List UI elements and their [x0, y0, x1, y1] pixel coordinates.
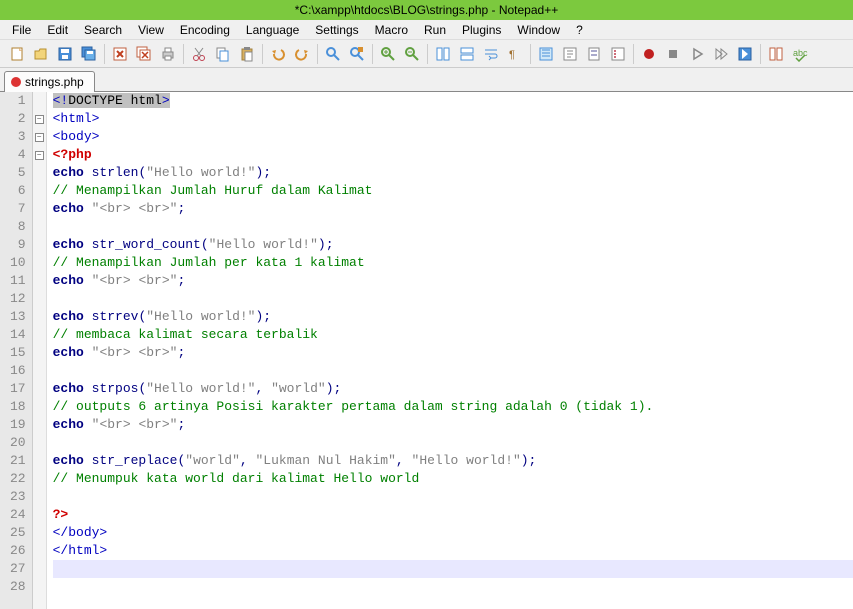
- code-line: echo "<br> <br>";: [53, 200, 853, 218]
- code-editor[interactable]: 1234567891011121314151617181920212223242…: [0, 92, 853, 609]
- wrap-icon[interactable]: [480, 43, 502, 65]
- stop-icon[interactable]: [662, 43, 684, 65]
- save-icon[interactable]: [54, 43, 76, 65]
- toolbar-separator: [372, 44, 373, 64]
- menu-view[interactable]: View: [130, 21, 172, 39]
- menu-bar: File Edit Search View Encoding Language …: [0, 20, 853, 40]
- code-line: echo "<br> <br>";: [53, 344, 853, 362]
- toolbar: ¶ abc: [0, 40, 853, 68]
- code-line: echo str_word_count("Hello world!");: [53, 236, 853, 254]
- code-line: // Menampilkan Jumlah per kata 1 kalimat: [53, 254, 853, 272]
- redo-icon[interactable]: [291, 43, 313, 65]
- svg-text:¶: ¶: [509, 49, 515, 61]
- code-line: echo strlen("Hello world!");: [53, 164, 853, 182]
- code-line: [53, 578, 853, 596]
- line-number-gutter: 1234567891011121314151617181920212223242…: [0, 92, 33, 609]
- new-file-icon[interactable]: [6, 43, 28, 65]
- menu-macro[interactable]: Macro: [367, 21, 416, 39]
- menu-help[interactable]: ?: [568, 21, 591, 39]
- save-macro-icon[interactable]: [734, 43, 756, 65]
- code-line: <html>: [53, 110, 853, 128]
- code-line: echo strpos("Hello world!", "world");: [53, 380, 853, 398]
- code-line: [53, 434, 853, 452]
- fold-gutter: − − −: [33, 92, 47, 609]
- func-list-icon[interactable]: [607, 43, 629, 65]
- code-line: [53, 362, 853, 380]
- code-line: // outputs 6 artinya Posisi karakter per…: [53, 398, 853, 416]
- close-icon[interactable]: [109, 43, 131, 65]
- menu-edit[interactable]: Edit: [39, 21, 76, 39]
- code-line: </html>: [53, 542, 853, 560]
- menu-settings[interactable]: Settings: [307, 21, 366, 39]
- code-line: [53, 218, 853, 236]
- close-all-icon[interactable]: [133, 43, 155, 65]
- find-icon[interactable]: [322, 43, 344, 65]
- menu-encoding[interactable]: Encoding: [172, 21, 238, 39]
- code-area[interactable]: <!DOCTYPE html> <html> <body> <?php echo…: [47, 92, 853, 609]
- play-icon[interactable]: [686, 43, 708, 65]
- menu-language[interactable]: Language: [238, 21, 307, 39]
- menu-file[interactable]: File: [4, 21, 39, 39]
- doc-map-icon[interactable]: [583, 43, 605, 65]
- menu-plugins[interactable]: Plugins: [454, 21, 509, 39]
- open-file-icon[interactable]: [30, 43, 52, 65]
- paste-icon[interactable]: [236, 43, 258, 65]
- save-all-icon[interactable]: [78, 43, 100, 65]
- menu-search[interactable]: Search: [76, 21, 130, 39]
- title-bar: *C:\xampp\htdocs\BLOG\strings.php - Note…: [0, 0, 853, 20]
- tab-label: strings.php: [25, 75, 84, 89]
- menu-window[interactable]: Window: [509, 21, 568, 39]
- code-line: </body>: [53, 524, 853, 542]
- code-line: <!DOCTYPE html>: [53, 92, 853, 110]
- copy-icon[interactable]: [212, 43, 234, 65]
- code-line: echo "<br> <br>";: [53, 416, 853, 434]
- record-icon[interactable]: [638, 43, 660, 65]
- code-line: [53, 488, 853, 506]
- code-line: ?>: [53, 506, 853, 524]
- menu-run[interactable]: Run: [416, 21, 454, 39]
- toolbar-separator: [760, 44, 761, 64]
- code-line: // Menumpuk kata world dari kalimat Hell…: [53, 470, 853, 488]
- fold-toggle-icon[interactable]: −: [35, 133, 44, 142]
- print-icon[interactable]: [157, 43, 179, 65]
- toolbar-separator: [317, 44, 318, 64]
- toolbar-separator: [427, 44, 428, 64]
- tab-strings-php[interactable]: strings.php: [4, 71, 95, 92]
- modified-indicator-icon: [11, 77, 21, 87]
- toolbar-separator: [104, 44, 105, 64]
- fold-toggle-icon[interactable]: −: [35, 115, 44, 124]
- indent-guide-icon[interactable]: [535, 43, 557, 65]
- code-line: <body>: [53, 128, 853, 146]
- code-line: // Menampilkan Jumlah Huruf dalam Kalima…: [53, 182, 853, 200]
- code-line: [53, 560, 853, 578]
- undo-icon[interactable]: [267, 43, 289, 65]
- code-line: <?php: [53, 146, 853, 164]
- zoom-out-icon[interactable]: [401, 43, 423, 65]
- svg-text:abc: abc: [793, 48, 808, 58]
- tab-strip: strings.php: [0, 68, 853, 92]
- sync-h-icon[interactable]: [456, 43, 478, 65]
- toolbar-separator: [633, 44, 634, 64]
- code-line: echo strrev("Hello world!");: [53, 308, 853, 326]
- compare-icon[interactable]: [765, 43, 787, 65]
- fold-toggle-icon[interactable]: −: [35, 151, 44, 160]
- window-title: *C:\xampp\htdocs\BLOG\strings.php - Note…: [295, 3, 558, 17]
- code-line: // membaca kalimat secara terbalik: [53, 326, 853, 344]
- cut-icon[interactable]: [188, 43, 210, 65]
- ud-lang-icon[interactable]: [559, 43, 581, 65]
- toolbar-separator: [183, 44, 184, 64]
- toolbar-separator: [262, 44, 263, 64]
- spell-check-icon[interactable]: abc: [789, 43, 811, 65]
- sync-v-icon[interactable]: [432, 43, 454, 65]
- code-line: echo "<br> <br>";: [53, 272, 853, 290]
- replace-icon[interactable]: [346, 43, 368, 65]
- show-all-chars-icon[interactable]: ¶: [504, 43, 526, 65]
- zoom-in-icon[interactable]: [377, 43, 399, 65]
- code-line: echo str_replace("world", "Lukman Nul Ha…: [53, 452, 853, 470]
- play-multi-icon[interactable]: [710, 43, 732, 65]
- code-line: [53, 290, 853, 308]
- toolbar-separator: [530, 44, 531, 64]
